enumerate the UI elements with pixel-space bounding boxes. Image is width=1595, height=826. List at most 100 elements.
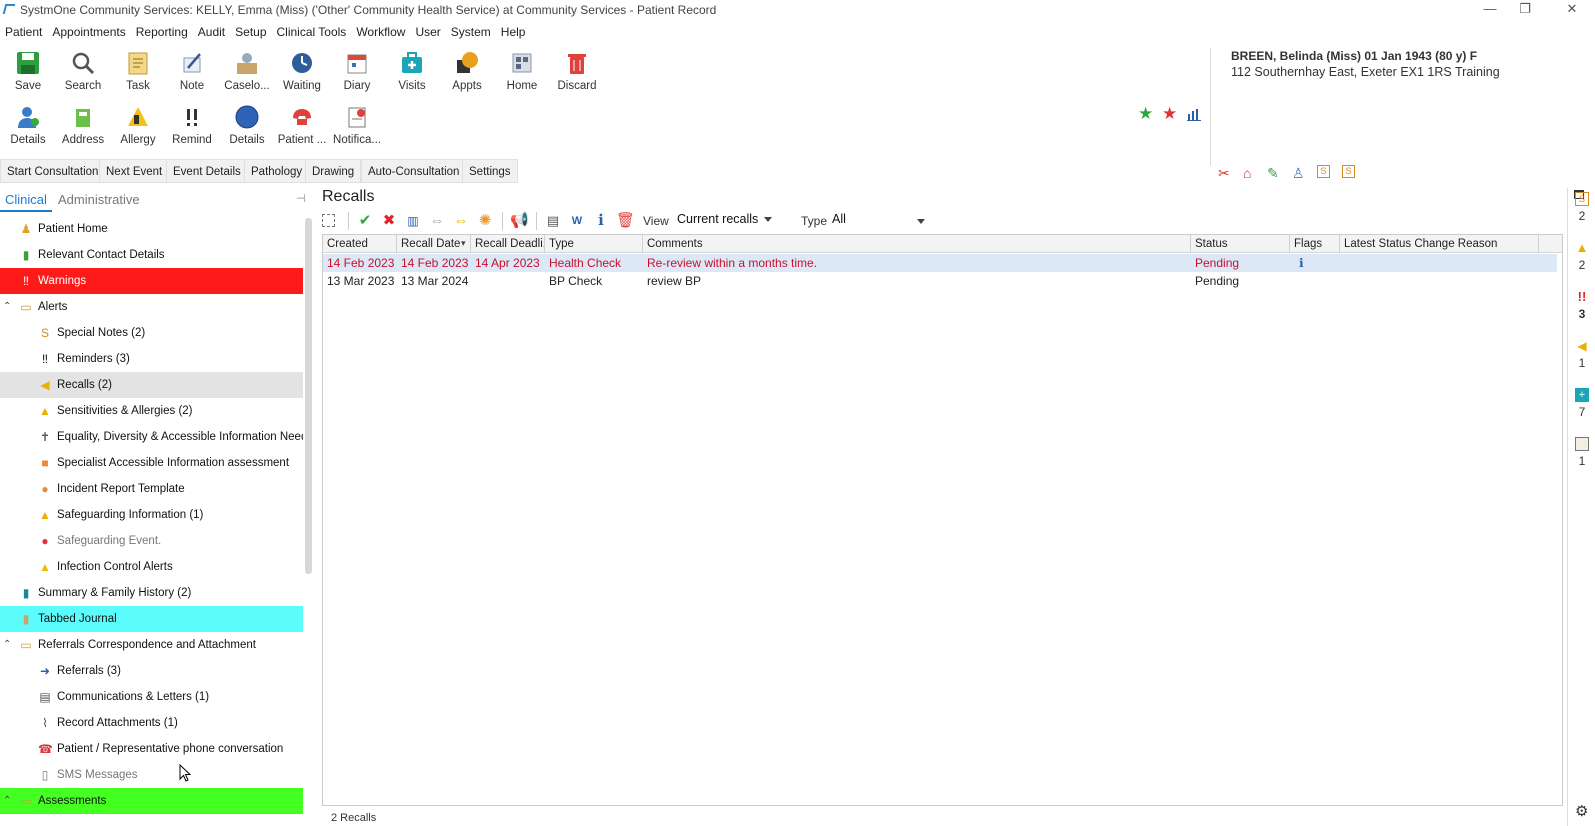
- column-type[interactable]: Type: [545, 235, 643, 253]
- menu-setup[interactable]: Setup: [230, 22, 271, 42]
- details-button[interactable]: Details: [1, 104, 55, 146]
- red-star-icon[interactable]: ★: [1162, 104, 1177, 124]
- minimize-button[interactable]: —: [1470, 0, 1510, 20]
- strip-reminders[interactable]: !! 3: [1568, 290, 1595, 322]
- menu-help[interactable]: Help: [496, 22, 531, 42]
- menu-user[interactable]: User: [410, 22, 445, 42]
- table-row[interactable]: 14 Feb 2023 14 Feb 2023 14 Apr 2023 Heal…: [323, 254, 1557, 272]
- column-latest-status-change-reason[interactable]: Latest Status Change Reason: [1340, 235, 1539, 253]
- caseload-button[interactable]: Caselo...: [220, 50, 274, 92]
- house-icon[interactable]: ⌂: [1243, 165, 1251, 181]
- chart-icon[interactable]: [1187, 108, 1201, 121]
- diary-button[interactable]: Diary: [330, 50, 384, 92]
- next-event-button[interactable]: Next Event: [99, 159, 170, 183]
- details-circle-button[interactable]: Details: [220, 104, 274, 146]
- type-select[interactable]: All: [832, 212, 929, 226]
- word-icon[interactable]: W: [568, 212, 586, 230]
- tree-scrollbar[interactable]: [305, 218, 312, 574]
- delete-icon[interactable]: 🗑: [616, 212, 635, 230]
- document-icon[interactable]: ▤: [544, 212, 562, 230]
- green-star-icon[interactable]: ★: [1138, 104, 1153, 124]
- tree-item-safeguarding-event[interactable]: ● Safeguarding Event.: [0, 528, 303, 554]
- tree-item-sms-messages[interactable]: ▯ SMS Messages: [0, 762, 303, 788]
- close-button[interactable]: ✕: [1552, 0, 1592, 20]
- tree-item-communications-letters-1[interactable]: ▤ Communications & Letters (1): [0, 684, 303, 710]
- select-all-icon[interactable]: [322, 214, 335, 227]
- tree-item-specialist-accessible-information-assessment[interactable]: ■ Specialist Accessible Information asses…: [0, 450, 303, 476]
- pencil-icon[interactable]: ✎: [1267, 165, 1279, 182]
- tree-item-sensitivities-allergies-2[interactable]: ▲ Sensitivities & Allergies (2): [0, 398, 303, 424]
- column-recall-date[interactable]: Recall Date: [397, 235, 471, 253]
- chevron-up-icon[interactable]: ⌃: [3, 632, 11, 658]
- strip-allergies[interactable]: ▲ 2: [1568, 241, 1595, 273]
- menu-reporting[interactable]: Reporting: [131, 22, 193, 42]
- visits-button[interactable]: Visits: [385, 50, 439, 92]
- tab-administrative[interactable]: Administrative: [53, 190, 145, 212]
- tree-item-tabbed-journal[interactable]: ▮ Tabbed Journal: [0, 606, 303, 632]
- arrows-yellow-icon[interactable]: ⇔: [452, 212, 470, 230]
- save-button[interactable]: Save: [1, 50, 55, 92]
- tree-item-incident-report-template[interactable]: ● Incident Report Template: [0, 476, 303, 502]
- tree-item-alerts[interactable]: ⌃ ▭ Alerts: [0, 294, 303, 320]
- appointments-button[interactable]: Appts: [440, 50, 494, 92]
- chevron-up-icon[interactable]: ⌃: [3, 788, 11, 814]
- menu-appointments[interactable]: Appointments: [47, 22, 130, 42]
- notification-button[interactable]: Notifica...: [330, 104, 384, 146]
- allergy-button[interactable]: Allergy: [111, 104, 165, 146]
- info-flag-icon[interactable]: ℹ: [1295, 254, 1340, 272]
- menu-audit[interactable]: Audit: [193, 22, 230, 42]
- tree-item-assessments[interactable]: ⌃ ▭ Assessments: [0, 788, 303, 814]
- patient-phone-button[interactable]: Patient ...: [275, 104, 329, 146]
- tree-item-equality-diversity-accessible-information-need[interactable]: ✝ Equality, Diversity & Accessible Inform…: [0, 424, 303, 450]
- tree-item-summary-family-history-2[interactable]: ▮ Summary & Family History (2): [0, 580, 303, 606]
- note-button[interactable]: Note: [165, 50, 219, 92]
- drawing-button[interactable]: Drawing: [305, 159, 362, 183]
- person-icon[interactable]: ♙: [1292, 165, 1305, 182]
- column-flags[interactable]: Flags: [1290, 235, 1340, 253]
- menu-patient[interactable]: Patient: [0, 22, 47, 42]
- task-button[interactable]: Task: [111, 50, 165, 92]
- auto-consultation-button[interactable]: Auto-Consultation: [361, 159, 467, 183]
- chevron-up-icon[interactable]: ⌃: [3, 294, 11, 320]
- check-icon[interactable]: ✔: [356, 212, 374, 230]
- gear-icon[interactable]: ⚙: [1575, 802, 1588, 820]
- tree-item-infection-control-alerts[interactable]: ▲ Infection Control Alerts: [0, 554, 303, 580]
- tree-item-special-notes-2[interactable]: S Special Notes (2): [0, 320, 303, 346]
- tree-item-recalls-2[interactable]: ◀ Recalls (2): [0, 372, 303, 398]
- tree-item-warnings[interactable]: ‼ Warnings: [0, 268, 303, 294]
- tree-item-patient-representative-phone-conversation[interactable]: ☎ Patient / Representative phone conversa…: [0, 736, 303, 762]
- tree-item-patient-home[interactable]: ♟ Patient Home: [0, 217, 303, 242]
- column-status[interactable]: Status: [1191, 235, 1290, 253]
- address-button[interactable]: Address: [56, 104, 110, 146]
- remind-button[interactable]: Remind: [165, 104, 219, 146]
- discard-button[interactable]: Discard: [550, 50, 604, 92]
- waiting-button[interactable]: Waiting: [275, 50, 329, 92]
- tree-item-reminders-3[interactable]: ‼ Reminders (3): [0, 346, 303, 372]
- tools-icon[interactable]: ✂: [1218, 165, 1230, 182]
- pathology-button[interactable]: Pathology: [244, 159, 310, 183]
- view-select[interactable]: Current recalls: [677, 212, 773, 226]
- restore-button[interactable]: ❐: [1505, 0, 1545, 20]
- arrows-grey-icon[interactable]: ⇔: [428, 212, 446, 230]
- home-button[interactable]: Home: [495, 50, 549, 92]
- menu-system[interactable]: System: [446, 22, 496, 42]
- tree-item-safeguarding-information-1[interactable]: ▲ Safeguarding Information (1): [0, 502, 303, 528]
- strip-special-notes[interactable]: S 2: [1568, 192, 1595, 223]
- column-created[interactable]: Created: [323, 235, 397, 253]
- settings-button[interactable]: Settings: [462, 159, 518, 183]
- menu-clinical-tools[interactable]: Clinical Tools: [272, 22, 352, 42]
- column-recall-deadline[interactable]: Recall Deadli...: [471, 235, 545, 253]
- tree-item-record-attachments-1[interactable]: ⌇ Record Attachments (1): [0, 710, 303, 736]
- tree-item-relevant-contact-details[interactable]: ▮ Relevant Contact Details: [0, 242, 303, 268]
- tab-clinical[interactable]: Clinical: [0, 190, 52, 212]
- tree-item-referrals-correspondence-and-attachment[interactable]: ⌃ ▭ Referrals Correspondence and Attachmen…: [0, 632, 303, 658]
- special-notes-icon[interactable]: S: [1317, 165, 1330, 178]
- cross-icon[interactable]: ✖: [380, 212, 398, 230]
- menu-workflow[interactable]: Workflow: [351, 22, 410, 42]
- clock-icon[interactable]: ✺: [476, 212, 494, 230]
- column-comments[interactable]: Comments: [643, 235, 1191, 253]
- recall-icon[interactable]: 📢: [510, 212, 529, 230]
- strip-recalls[interactable]: ◀ 1: [1568, 339, 1595, 370]
- table-row[interactable]: 13 Mar 2023 13 Mar 2024 BP Check review …: [323, 272, 1557, 290]
- tree-item-referrals-3[interactable]: ➜ Referrals (3): [0, 658, 303, 684]
